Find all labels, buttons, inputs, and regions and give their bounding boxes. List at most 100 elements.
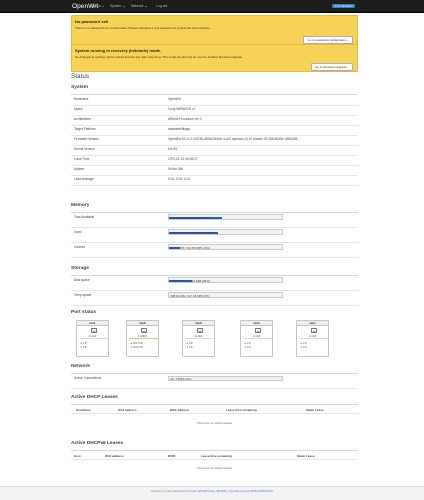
ethernet-port-connected-icon: [141, 327, 147, 333]
system-value: mediatek/filogic: [168, 127, 190, 131]
port-lan4: lan4 no link ▲ 0 B ▼ 0 B: [240, 320, 273, 357]
progress-text: 101.37 MiB / 234.69 MiB (43%): [170, 230, 212, 235]
dhcp-column-static: Static Lease: [306, 407, 324, 412]
dhcp-column-lease-time: Lease time remaining: [226, 407, 257, 412]
dhcpv6-leases-heading: Active DHCPv6 Leases: [71, 441, 124, 446]
row-divider: [71, 185, 358, 186]
alert-title: System running in recovery (initramfs) m…: [75, 47, 162, 53]
dhcp-leases-heading: Active DHCP Leases: [71, 395, 118, 400]
port-name: lan4: [241, 321, 272, 326]
memory-key: Cached: [74, 244, 85, 249]
system-key: Hostname: [74, 97, 89, 101]
system-key: Architecture: [74, 117, 92, 121]
storage-heading: Storage: [71, 266, 89, 271]
ethernet-port-icon: [91, 327, 97, 333]
footer-firmware-link[interactable]: OpenWrt 24.10.2 r28739-d9340319c6: [229, 490, 273, 493]
footer: Powered by LuCI openwrt-24.10 branch (25…: [151, 489, 273, 493]
memory-key: Used: [74, 229, 82, 234]
row-divider: [71, 125, 358, 126]
network-heading: Network: [71, 364, 90, 369]
progress-text: 24.57 MiB / 117.34 MiB (20%): [170, 278, 210, 283]
progress-text: 111.75 MiB / 234.69 MiB (47%): [170, 215, 212, 220]
top-navbar: OpenWrt Status System Network Log out AU…: [0, 0, 424, 13]
port-tx: ▲ 0 B: [300, 342, 307, 345]
dhcpv6-column-static: Static Lease: [297, 453, 315, 458]
storage-key: Disk space: [74, 277, 90, 282]
nav-system-menu[interactable]: System: [110, 4, 125, 8]
alert-text: There is no password set on this router.…: [75, 26, 211, 30]
row-divider: [71, 256, 358, 257]
port-tx-value: 0 B: [303, 342, 307, 345]
password-config-button[interactable]: Go to password configuration...: [303, 35, 353, 44]
port-tx: ▲ 0 B: [244, 342, 251, 345]
ethernet-port-icon: [255, 327, 261, 333]
storage-progress-bar: 24.57 MiB / 117.34 MiB (20%): [168, 277, 283, 283]
port-name: wan: [297, 321, 328, 326]
network-progress-bar: 20 / 15360 (0%): [168, 375, 283, 382]
row-divider: [71, 115, 358, 116]
ethernet-port-icon: [311, 327, 317, 333]
network-key: Active Connections: [74, 376, 102, 381]
auto-refresh-toggle[interactable]: AUTO REFRESH: [332, 4, 356, 9]
port-rx: ▼ 601.5 KB: [130, 346, 143, 349]
divider: [71, 450, 358, 451]
port-lan2: lan2 1 Gbit/s ▲ 926.3 KB ▼ 601.5 KB: [126, 320, 159, 357]
divider: [71, 94, 358, 95]
port-tx-value: 0 B: [189, 342, 193, 345]
port-rx-value: 0 B: [83, 346, 87, 349]
port-link-indicator: [129, 338, 158, 340]
divider: [71, 212, 358, 213]
system-key: Local Time: [74, 157, 90, 161]
nav-status-menu[interactable]: Status: [91, 4, 104, 8]
alert-text: No changes to settings will be stored an…: [75, 54, 243, 59]
system-value: Cudy WR3000H v1: [168, 107, 196, 111]
memory-heading: Memory: [71, 203, 90, 208]
dhcp-column-ipv4: IPv4 address: [118, 407, 137, 412]
page-title: Status: [71, 73, 90, 80]
ethernet-port-icon: [197, 327, 203, 333]
system-key: Load Average: [74, 177, 94, 181]
row-divider: [71, 155, 358, 156]
dhcpv6-empty-note: There are no active leases: [196, 466, 233, 470]
port-rx: ▼ 0 B: [300, 346, 307, 349]
nav-status-label: Status: [91, 4, 101, 9]
memory-key: Total Available: [74, 214, 95, 219]
memory-progress-bar: 28.77 MiB / 234.69 MiB (10%): [168, 244, 283, 250]
footer-prefix: Powered by: [151, 489, 166, 493]
system-value: 1970-01-01 00:05:27: [168, 157, 198, 161]
system-key: Uptime: [74, 167, 85, 171]
row-divider: [71, 135, 358, 136]
dhcpv6-column-host: Host: [74, 453, 81, 458]
footer-bar: [0, 486, 424, 500]
nav-logout-link[interactable]: Log out: [156, 4, 167, 8]
chevron-down-icon: [122, 5, 125, 7]
port-speed: no link: [194, 334, 203, 338]
dhcp-column-hostname: Hostname: [76, 407, 91, 412]
row-divider: [71, 289, 358, 290]
port-link-indicator: [299, 338, 328, 340]
dhcpv6-column-duid: DUID: [168, 453, 176, 458]
port-lan1: lan1 no link ▲ 0 B ▼ 0 B: [76, 320, 109, 357]
chevron-down-icon: [144, 5, 147, 7]
port-link-indicator: [185, 338, 214, 340]
port-rx-value: 0 B: [189, 346, 193, 349]
nav-system-label: System: [110, 4, 122, 9]
system-key: Firmware Version: [74, 137, 99, 141]
dhcpv6-column-lease-time: Lease time remaining: [201, 453, 232, 458]
row-divider: [71, 175, 358, 176]
row-divider: [71, 304, 358, 305]
dhcp-empty-note: There are no active leases: [196, 421, 233, 425]
no-password-alert: No password set! There is no password se…: [71, 15, 358, 45]
port-rx: ▼ 0 B: [186, 346, 193, 349]
progress-text: 208.00 KiB / 117.34 MiB (0%): [170, 293, 210, 298]
port-tx-value: 0 B: [247, 342, 251, 345]
nav-network-menu[interactable]: Network: [131, 4, 147, 8]
firmware-upgrade-button[interactable]: Go to firmware upgrade...: [310, 62, 353, 71]
footer-luci-link[interactable]: LuCI openwrt-24.10 branch (25.168.50434~…: [166, 490, 227, 493]
dhcpv6-column-ipv6: IPv6 address: [105, 453, 124, 458]
port-link-indicator: [243, 338, 272, 340]
port-lan3: lan3 no link ▲ 0 B ▼ 0 B: [182, 320, 215, 357]
port-link-indicator: [79, 338, 108, 340]
storage-progress-bar: 208.00 KiB / 117.34 MiB (0%): [168, 292, 283, 298]
port-rx-value: 601.5 KB: [133, 346, 143, 349]
